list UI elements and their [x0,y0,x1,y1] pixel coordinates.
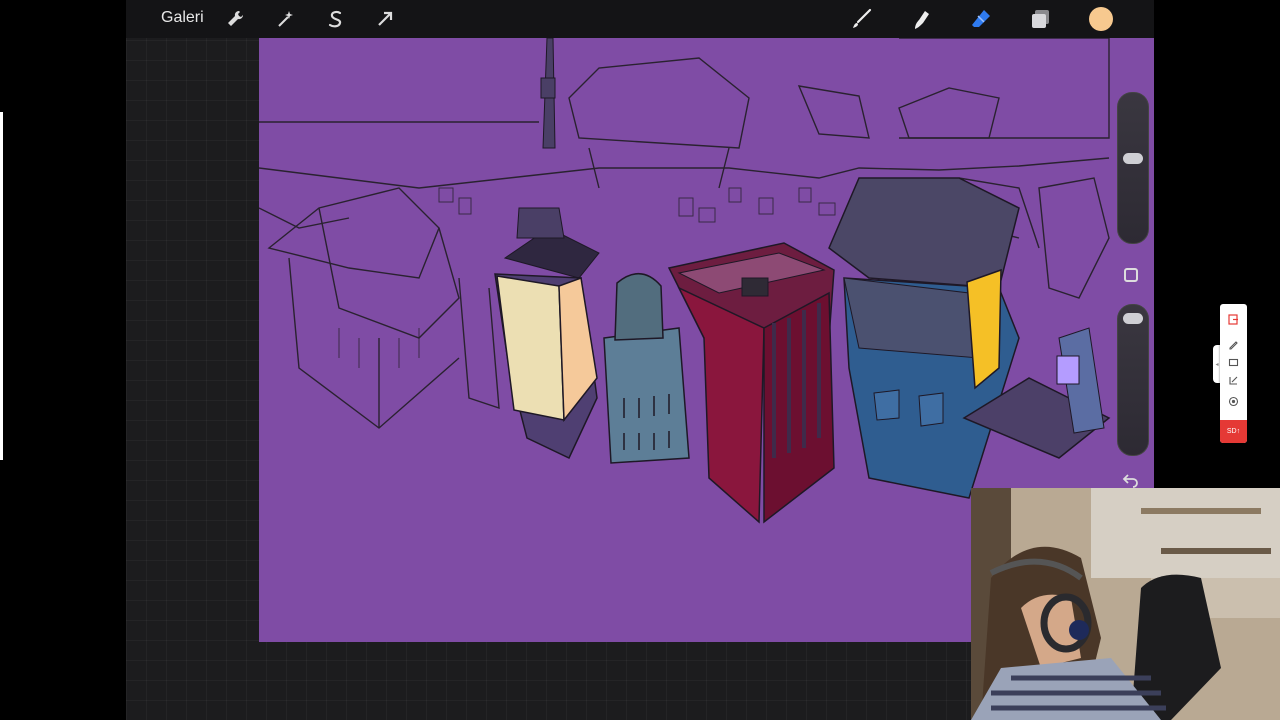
layers-icon[interactable] [1029,7,1053,31]
move-arrow-icon[interactable] [373,7,397,31]
top-toolbar: Galeri [126,0,1154,38]
gallery-button[interactable]: Galeri [161,9,204,27]
record-icon[interactable] [1227,395,1240,408]
magic-wand-icon[interactable] [273,7,297,31]
color-swatch[interactable] [1089,7,1113,31]
left-edge-bar [0,112,3,460]
rectangle-icon[interactable] [1227,356,1240,369]
modify-button[interactable] [1124,268,1138,282]
eraser-icon[interactable] [969,7,993,31]
brush-icon[interactable] [849,7,873,31]
smudge-icon[interactable] [909,7,933,31]
brush-size-knob[interactable] [1123,153,1143,164]
pen-icon[interactable] [1227,338,1240,351]
quality-badge[interactable]: SD ↑ [1220,420,1247,443]
side-toolbar [1113,92,1151,504]
selection-s-icon[interactable] [323,7,347,31]
quality-badge-label: SD [1226,428,1237,435]
wrench-icon[interactable] [223,7,247,31]
brush-size-slider[interactable] [1117,92,1149,244]
webcam-overlay [971,488,1280,720]
crop-icon[interactable] [1227,374,1240,387]
webcam-person-image [971,488,1280,720]
exit-icon[interactable] [1227,313,1240,326]
opacity-slider[interactable] [1117,304,1149,456]
opacity-knob[interactable] [1123,313,1143,324]
screen-recorder-toolbar: SD ↑ [1220,304,1247,443]
